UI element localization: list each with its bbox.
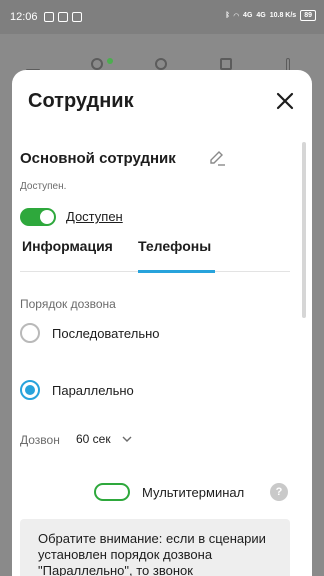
employee-sheet: Сотрудник Основной сотрудник Доступен. Д…	[12, 70, 312, 576]
availability-caption: Доступен.	[20, 181, 67, 192]
speed-indicator: 10.8 K/s	[269, 12, 297, 19]
radio-sequential[interactable]	[20, 323, 40, 343]
tabs: Информация Телефоны	[20, 236, 290, 273]
radio-parallel-label[interactable]: Параллельно	[52, 383, 134, 398]
status-right: ᛒ ◠ 4G 4G 10.8 K/s 89	[225, 10, 316, 21]
battery-icon: 89	[300, 10, 316, 21]
sheet-title: Сотрудник	[28, 90, 134, 112]
chevron-down-icon[interactable]	[122, 434, 132, 444]
multiterminal-label: Мультитерминал	[142, 485, 245, 500]
gallery-icon	[72, 12, 82, 22]
status-time: 12:06	[10, 11, 38, 23]
availability-toggle[interactable]	[20, 208, 56, 226]
help-icon[interactable]: ?	[270, 483, 288, 501]
search-icon	[155, 58, 167, 70]
scrollbar[interactable]	[302, 142, 306, 318]
online-dot	[107, 58, 113, 64]
dial-select[interactable]: 60 сек	[76, 432, 111, 446]
user-icon	[91, 58, 103, 70]
edit-icon[interactable]	[208, 149, 226, 167]
availability-toggle-label[interactable]: Доступен	[66, 209, 123, 224]
calendar-icon	[220, 58, 232, 70]
tab-info[interactable]: Информация	[22, 236, 113, 271]
wifi-icon: ◠	[233, 12, 240, 20]
employee-name: Основной сотрудник	[20, 150, 176, 167]
app-notification-icon	[44, 12, 54, 22]
bluetooth-icon: ᛒ	[225, 12, 230, 19]
dial-order-label: Порядок дозвона	[20, 297, 116, 311]
info-note: Обратите внимание: если в сценарии устан…	[20, 519, 290, 576]
close-icon[interactable]	[276, 92, 294, 110]
network-left: 4G	[243, 12, 253, 19]
status-bar: 12:06 ᛒ ◠ 4G 4G 10.8 K/s 89	[0, 0, 324, 34]
pocket-icon	[58, 12, 68, 22]
tab-phones[interactable]: Телефоны	[138, 236, 216, 273]
radio-parallel[interactable]	[20, 380, 40, 400]
multiterminal-toggle[interactable]	[94, 483, 130, 501]
network-right: 4G	[256, 12, 266, 19]
dial-label: Дозвон	[20, 433, 60, 447]
radio-sequential-label[interactable]: Последовательно	[52, 326, 160, 341]
